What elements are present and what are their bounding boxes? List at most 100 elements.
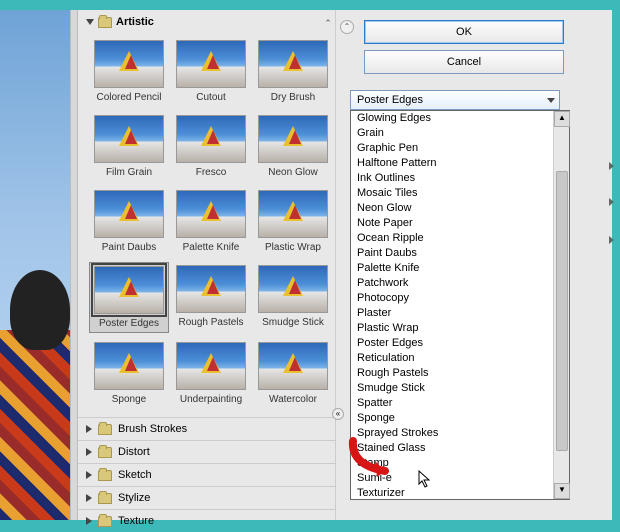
panel-divider[interactable] xyxy=(70,10,78,520)
dropdown-option[interactable]: Glowing Edges xyxy=(351,111,553,126)
dropdown-option[interactable]: Neon Glow xyxy=(351,201,553,216)
dropdown-option[interactable]: Halftone Pattern xyxy=(351,156,553,171)
dropdown-option[interactable]: Sponge xyxy=(351,411,553,426)
thumb-film-grain[interactable]: Film Grain xyxy=(92,115,166,178)
dropdown-option[interactable]: Plastic Wrap xyxy=(351,321,553,336)
thumb-palette-knife[interactable]: Palette Knife xyxy=(174,190,248,253)
thumb-label: Rough Pastels xyxy=(178,317,243,328)
dropdown-option[interactable]: Ink Outlines xyxy=(351,171,553,186)
thumb-poster-edges[interactable]: Poster Edges xyxy=(89,262,169,333)
parameter-sliders-edge xyxy=(602,158,616,258)
scroll-down-button[interactable]: ▼ xyxy=(554,483,570,499)
dropdown-option[interactable]: Patchwork xyxy=(351,276,553,291)
dropdown-option[interactable]: Graphic Pen xyxy=(351,141,553,156)
scroll-up-icon[interactable]: ⌃ xyxy=(323,18,333,30)
category-title: Artistic xyxy=(116,16,154,28)
controls-panel: ⌃ OK Cancel Poster Edges Glowing EdgesGr… xyxy=(336,10,612,520)
thumb-neon-glow[interactable]: Neon Glow xyxy=(256,115,330,178)
dropdown-option[interactable]: Photocopy xyxy=(351,291,553,306)
thumb-label: Fresco xyxy=(196,167,227,178)
filter-dropdown-list[interactable]: Glowing EdgesGrainGraphic PenHalftone Pa… xyxy=(350,110,570,500)
disclosure-closed-icon xyxy=(86,494,92,502)
collapse-panel-icon[interactable]: ⌃ xyxy=(340,20,354,34)
dropdown-option[interactable]: Note Paper xyxy=(351,216,553,231)
dropdown-option[interactable]: Paint Daubs xyxy=(351,246,553,261)
collapse-lower-icon[interactable]: « xyxy=(332,408,344,420)
thumb-plastic-wrap[interactable]: Plastic Wrap xyxy=(256,190,330,253)
dropdown-option[interactable]: Spatter xyxy=(351,396,553,411)
thumb-label: Cutout xyxy=(196,92,225,103)
folder-icon xyxy=(98,447,112,458)
filter-select-button[interactable]: Poster Edges xyxy=(350,90,560,110)
category-label: Sketch xyxy=(118,469,152,481)
disclosure-closed-icon xyxy=(86,448,92,456)
dropdown-option[interactable]: Ocean Ripple xyxy=(351,231,553,246)
dropdown-option[interactable]: Sumi-e xyxy=(351,471,553,486)
dropdown-option[interactable]: Stained Glass xyxy=(351,441,553,456)
thumb-dry-brush[interactable]: Dry Brush xyxy=(256,40,330,103)
thumb-watercolor[interactable]: Watercolor xyxy=(256,342,330,405)
thumb-label: Film Grain xyxy=(106,167,152,178)
thumb-label: Poster Edges xyxy=(99,318,159,329)
thumb-rough-pastels[interactable]: Rough Pastels xyxy=(174,265,248,330)
scroll-up-button[interactable]: ▲ xyxy=(554,111,570,127)
thumbnail-grid: Colored Pencil Cutout Dry Brush Film Grain F… xyxy=(78,32,335,417)
dropdown-option[interactable]: Sprayed Strokes xyxy=(351,426,553,441)
thumb-label: Palette Knife xyxy=(183,242,240,253)
folder-icon xyxy=(98,424,112,435)
dropdown-option[interactable]: Poster Edges xyxy=(351,336,553,351)
preview-image xyxy=(0,10,70,520)
folder-icon xyxy=(98,470,112,481)
cancel-button[interactable]: Cancel xyxy=(364,50,564,74)
dropdown-option[interactable]: Grain xyxy=(351,126,553,141)
thumb-label: Paint Daubs xyxy=(102,242,156,253)
filter-select: Poster Edges Glowing EdgesGrainGraphic P… xyxy=(350,90,560,110)
preview-pane xyxy=(0,10,70,520)
dropdown-option[interactable]: Reticulation xyxy=(351,351,553,366)
dropdown-option[interactable]: Palette Knife xyxy=(351,261,553,276)
disclosure-closed-icon xyxy=(86,425,92,433)
thumb-cutout[interactable]: Cutout xyxy=(174,40,248,103)
thumb-paint-daubs[interactable]: Paint Daubs xyxy=(92,190,166,253)
scroll-thumb[interactable] xyxy=(556,171,568,451)
category-row-brush-strokes[interactable]: Brush Strokes xyxy=(78,417,335,440)
thumb-sponge[interactable]: Sponge xyxy=(92,342,166,405)
dropdown-option[interactable]: Mosaic Tiles xyxy=(351,186,553,201)
folder-icon xyxy=(98,493,112,504)
category-label: Brush Strokes xyxy=(118,423,187,435)
category-row-distort[interactable]: Distort xyxy=(78,440,335,463)
disclosure-open-icon xyxy=(86,19,94,25)
thumb-label: Colored Pencil xyxy=(96,92,161,103)
thumb-underpainting[interactable]: Underpainting xyxy=(174,342,248,405)
ok-button[interactable]: OK xyxy=(364,20,564,44)
category-row-sketch[interactable]: Sketch xyxy=(78,463,335,486)
disclosure-closed-icon xyxy=(86,517,92,525)
category-header-artistic[interactable]: Artistic xyxy=(78,10,335,32)
dropdown-option[interactable]: Smudge Stick xyxy=(351,381,553,396)
category-label: Stylize xyxy=(118,492,150,504)
thumb-label: Plastic Wrap xyxy=(265,242,321,253)
thumb-colored-pencil[interactable]: Colored Pencil xyxy=(92,40,166,103)
thumb-label: Dry Brush xyxy=(271,92,315,103)
category-label: Texture xyxy=(118,515,154,527)
dropdown-option[interactable]: Stamp xyxy=(351,456,553,471)
filter-thumbnails-panel: ⌃ Artistic Colored Pencil Cutout Dry Brush… xyxy=(78,10,336,520)
disclosure-closed-icon xyxy=(86,471,92,479)
thumb-label: Sponge xyxy=(112,394,146,405)
category-row-stylize[interactable]: Stylize xyxy=(78,486,335,509)
thumb-label: Underpainting xyxy=(180,394,242,405)
folder-icon xyxy=(98,17,112,28)
thumb-label: Watercolor xyxy=(269,394,317,405)
dropdown-option[interactable]: Rough Pastels xyxy=(351,366,553,381)
thumb-smudge-stick[interactable]: Smudge Stick xyxy=(256,265,330,330)
category-row-texture[interactable]: Texture xyxy=(78,509,335,532)
dropdown-option[interactable]: Plaster xyxy=(351,306,553,321)
filter-gallery-dialog: ⌃ Artistic Colored Pencil Cutout Dry Brush… xyxy=(0,10,612,520)
dropdown-scrollbar[interactable]: ▲ ▼ xyxy=(553,111,569,499)
dropdown-option[interactable]: Texturizer xyxy=(351,486,553,499)
thumb-label: Smudge Stick xyxy=(262,317,324,328)
folder-icon xyxy=(98,516,112,527)
category-label: Distort xyxy=(118,446,150,458)
thumb-label: Neon Glow xyxy=(268,167,317,178)
thumb-fresco[interactable]: Fresco xyxy=(174,115,248,178)
